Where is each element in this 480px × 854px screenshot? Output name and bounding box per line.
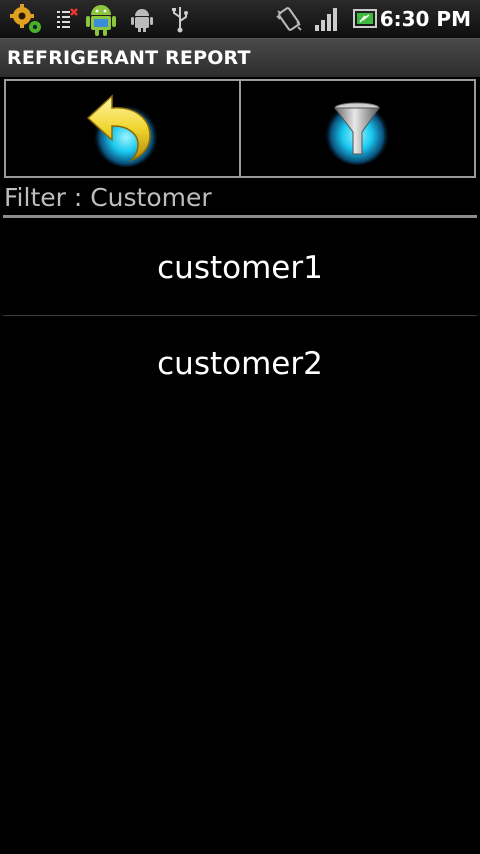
gears-notification-icon: [10, 4, 41, 33]
signal-strength-icon: [315, 8, 337, 31]
funnel-filter-icon: [323, 98, 390, 165]
filter-divider: [3, 215, 477, 218]
clock: 6:30 PM: [379, 7, 471, 31]
list-item[interactable]: customer2: [0, 316, 480, 412]
toolbar: [4, 79, 476, 178]
title-bar: REFRIGERANT REPORT: [0, 38, 480, 77]
customer-list: customer1 customer2: [0, 220, 480, 412]
battery-icon: [353, 9, 377, 28]
customer-name: customer2: [157, 346, 323, 382]
status-bar: 6:30 PM: [0, 0, 480, 38]
android-robot-icon: [86, 5, 116, 36]
customer-name: customer1: [157, 250, 323, 286]
filter-label: Filter : Customer: [4, 183, 212, 212]
android-debug-icon: [131, 9, 153, 32]
back-button[interactable]: [6, 81, 241, 176]
page-title: REFRIGERANT REPORT: [7, 47, 251, 69]
checklist-notification-icon: [57, 8, 78, 28]
usb-icon: [172, 7, 188, 33]
back-arrow-icon: [86, 93, 159, 167]
vibrate-icon: [276, 7, 302, 31]
list-item[interactable]: customer1: [0, 220, 480, 316]
filter-button[interactable]: [241, 81, 474, 176]
